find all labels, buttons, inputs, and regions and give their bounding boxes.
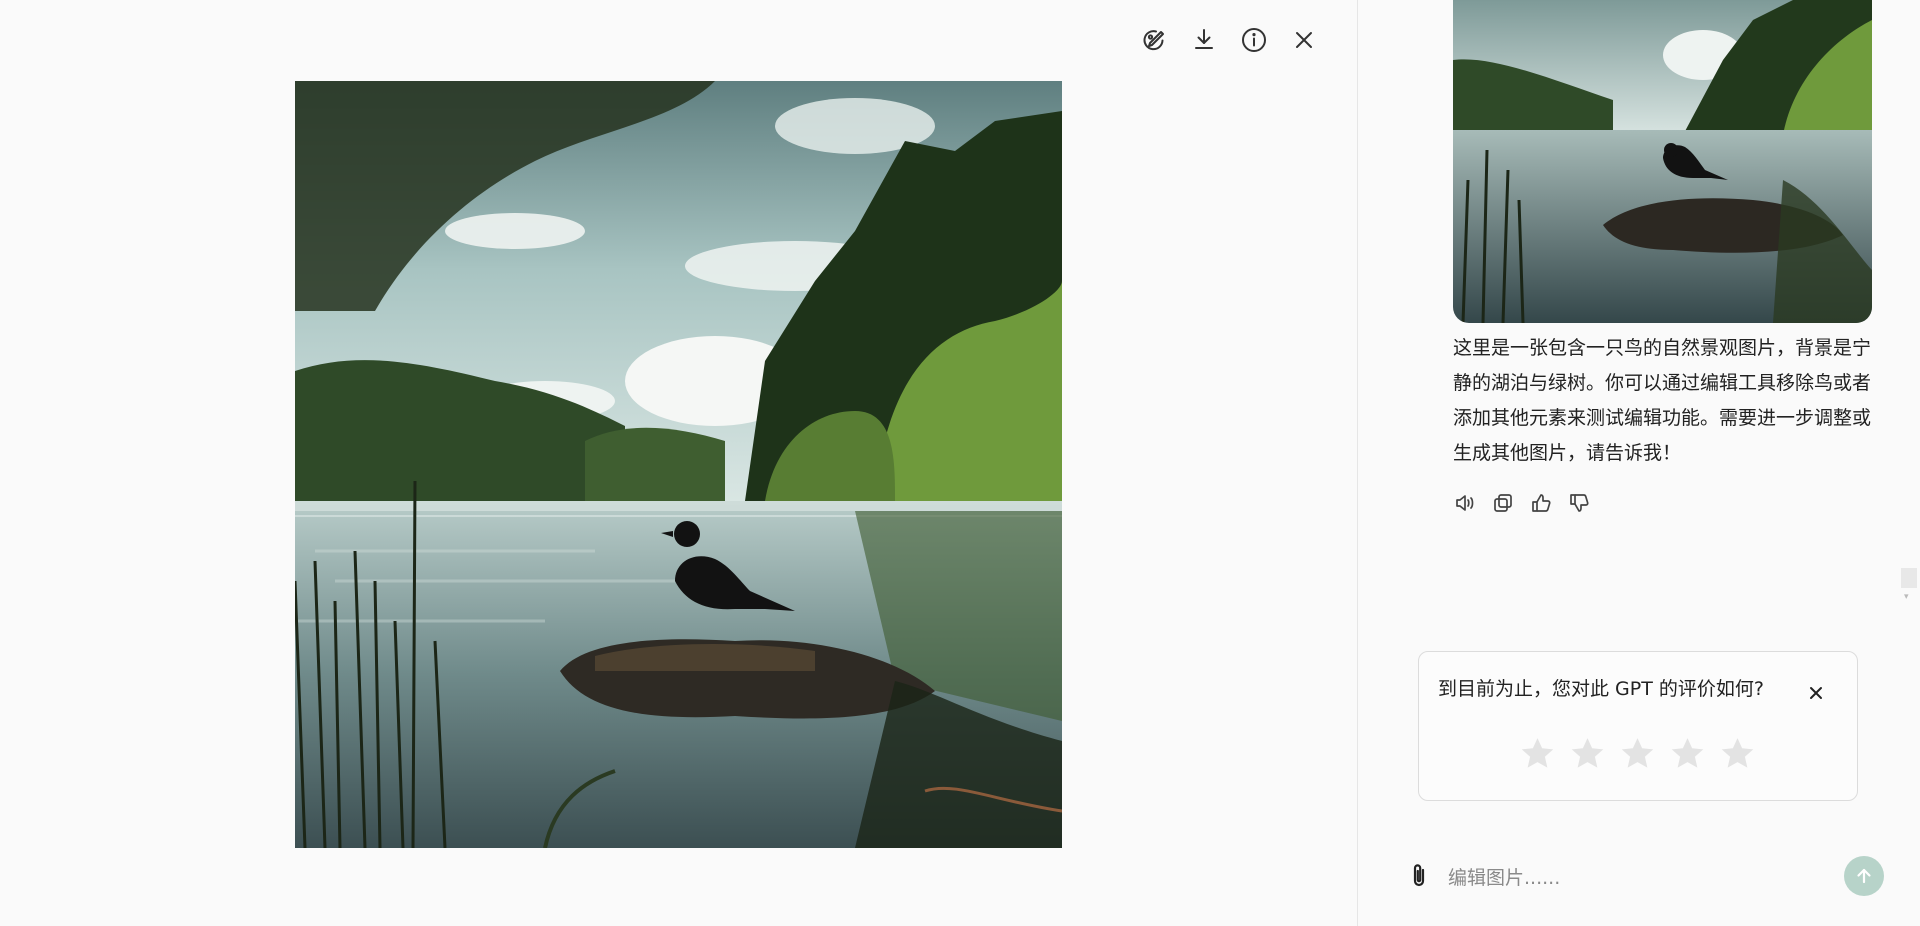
- edit-image-input[interactable]: [1446, 861, 1830, 895]
- thumbs-down-button[interactable]: [1567, 491, 1591, 515]
- star-icon[interactable]: [1569, 735, 1606, 772]
- lake-bird-thumbnail: [1453, 0, 1872, 323]
- star-icon[interactable]: [1669, 735, 1706, 772]
- copy-icon: [1494, 494, 1512, 512]
- info-icon: [1242, 28, 1266, 52]
- star-icon[interactable]: [1519, 735, 1556, 772]
- send-button[interactable]: [1844, 856, 1884, 896]
- edit-image-icon: [1143, 30, 1164, 51]
- read-aloud-button[interactable]: [1453, 491, 1477, 515]
- close-icon: [1296, 32, 1312, 48]
- thumbs-up-button[interactable]: [1529, 491, 1553, 515]
- download-button[interactable]: [1186, 22, 1222, 58]
- star-icon[interactable]: [1719, 735, 1756, 772]
- thumbs-down-icon: [1570, 494, 1589, 512]
- scroll-down-arrow[interactable]: ▾: [1904, 592, 1909, 602]
- copy-button[interactable]: [1491, 491, 1515, 515]
- message-actions: [1453, 491, 1591, 515]
- chat-panel: 这里是一张包含一只鸟的自然景观图片，背景是宁静的湖泊与绿树。你可以通过编辑工具移…: [1358, 0, 1920, 926]
- rating-question: 到目前为止，您对此 GPT 的评价如何?: [1438, 678, 1764, 700]
- paperclip-icon[interactable]: [1404, 861, 1434, 891]
- generated-image: [295, 81, 1062, 848]
- thumbs-up-icon: [1532, 494, 1551, 512]
- assistant-message: 这里是一张包含一只鸟的自然景观图片，背景是宁静的湖泊与绿树。你可以通过编辑工具移…: [1453, 337, 1872, 464]
- gpt-rating-card: 到目前为止，您对此 GPT 的评价如何?: [1418, 651, 1858, 801]
- lake-bird-image: [295, 81, 1062, 848]
- info-button[interactable]: [1236, 22, 1272, 58]
- star-rating: [1519, 735, 1756, 772]
- edit-image-button[interactable]: [1136, 22, 1172, 58]
- read-aloud-icon: [1456, 495, 1474, 511]
- image-toolbar: [1136, 22, 1322, 58]
- image-viewer: [0, 0, 1357, 926]
- star-icon[interactable]: [1619, 735, 1656, 772]
- scrollbar-thumb[interactable]: [1901, 568, 1917, 588]
- message-composer: [1358, 850, 1920, 910]
- close-icon[interactable]: [1805, 682, 1827, 704]
- arrow-up-icon: [1857, 868, 1871, 884]
- download-icon: [1195, 29, 1213, 49]
- close-viewer-button[interactable]: [1286, 22, 1322, 58]
- chat-image-thumbnail[interactable]: [1453, 0, 1872, 323]
